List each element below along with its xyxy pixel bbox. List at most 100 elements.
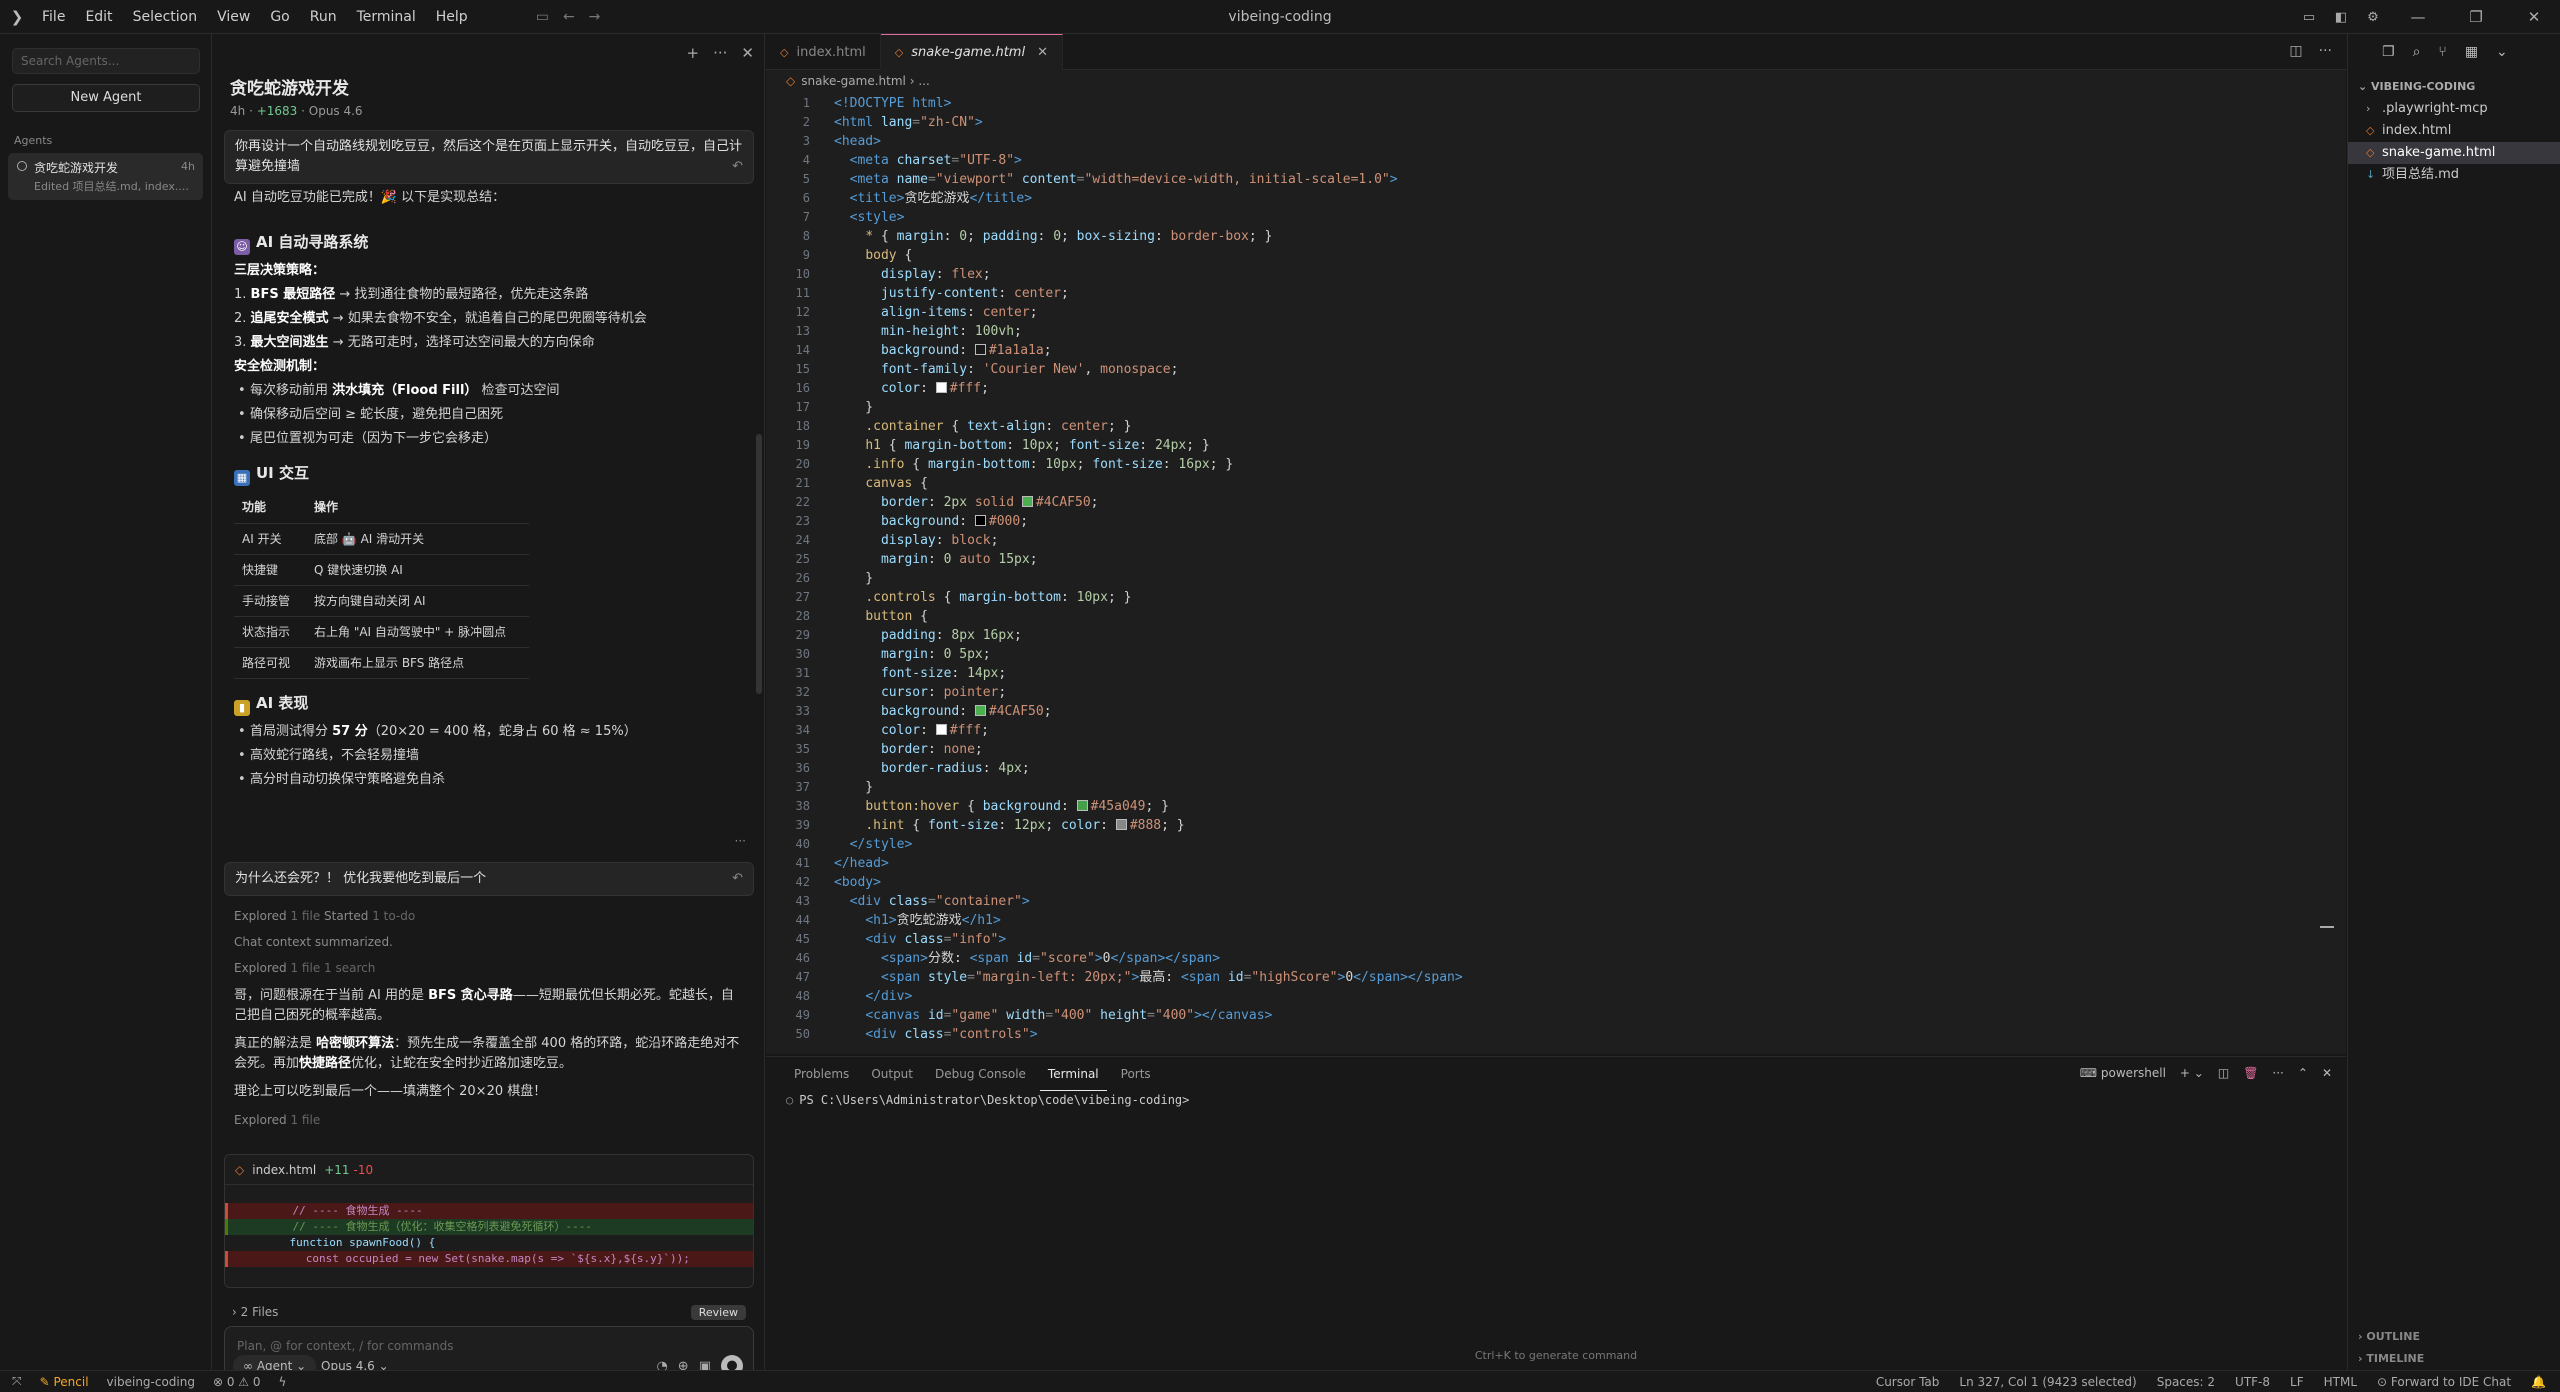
code-line[interactable]: 23 background: #000; xyxy=(766,512,2346,531)
code-line[interactable]: 12 align-items: center; xyxy=(766,303,2346,322)
agent-list-item[interactable]: 贪吃蛇游戏开发 Edited 项目总结.md, index.... 4h xyxy=(8,153,203,200)
explorer-item-index-html[interactable]: ◇ index.html xyxy=(2348,120,2560,142)
lightning-icon[interactable]: ϟ xyxy=(279,1375,287,1389)
new-terminal-icon[interactable]: + ⌄ xyxy=(2180,1066,2204,1080)
code-line[interactable]: 41 </head> xyxy=(766,854,2346,873)
explorer-item-snake-game-html[interactable]: ◇ snake-game.html xyxy=(2348,142,2560,164)
code-line[interactable]: 32 cursor: pointer; xyxy=(766,683,2346,702)
code-line[interactable]: 35 border: none; xyxy=(766,740,2346,759)
close-panel-icon[interactable]: ✕ xyxy=(2322,1066,2332,1080)
chat-composer[interactable]: Plan, @ for context, / for commands ∞ Ag… xyxy=(224,1326,754,1370)
code-line[interactable]: 28 button { xyxy=(766,607,2346,626)
source-control-icon[interactable]: ⑂ xyxy=(2438,44,2446,60)
code-line[interactable]: 14 background: #1a1a1a; xyxy=(766,341,2346,360)
image-icon[interactable]: ▣ xyxy=(699,1359,711,1371)
project-name[interactable]: vibeing-coding xyxy=(107,1375,195,1389)
tab-ports[interactable]: Ports xyxy=(1113,1057,1159,1091)
explored-status[interactable]: Explored 1 file Started 1 to-do xyxy=(234,906,744,926)
code-line[interactable]: 50 <div class="controls"> xyxy=(766,1025,2346,1044)
revert-icon[interactable]: ↶ xyxy=(732,869,743,889)
code-line[interactable]: 25 margin: 0 auto 15px; xyxy=(766,550,2346,569)
extensions-icon[interactable]: ▦ xyxy=(2465,44,2478,60)
code-line[interactable]: 38 button:hover { background: #45a049; } xyxy=(766,797,2346,816)
code-line[interactable]: 40 </style> xyxy=(766,835,2346,854)
more-actions-icon[interactable]: ··· xyxy=(2319,43,2332,59)
cursor-position[interactable]: Ln 327, Col 1 (9423 selected) xyxy=(1959,1375,2136,1389)
close-panel-icon[interactable]: ✕ xyxy=(741,44,754,62)
remote-icon[interactable]: ⤧ xyxy=(12,1374,22,1389)
user-message-1[interactable]: 你再设计一个自动路线规划吃豆豆，然后这个是在页面上显示开关，自动吃豆豆，自己计算… xyxy=(224,130,754,184)
menu-edit[interactable]: Edit xyxy=(77,9,120,25)
code-line[interactable]: 16 color: #fff; xyxy=(766,379,2346,398)
code-line[interactable]: 33 background: #4CAF50; xyxy=(766,702,2346,721)
code-line[interactable]: 39 .hint { font-size: 12px; color: #888;… xyxy=(766,816,2346,835)
code-line[interactable]: 4 <meta charset="UTF-8"> xyxy=(766,151,2346,170)
menu-terminal[interactable]: Terminal xyxy=(349,9,424,25)
menu-view[interactable]: View xyxy=(209,9,258,25)
user-message-2[interactable]: 为什么还会死？！ 优化我要他吃到最后一个 ↶ xyxy=(224,862,754,896)
layout-split-icon[interactable]: ◧ xyxy=(2328,10,2354,25)
code-line[interactable]: 45 <div class="info"> xyxy=(766,930,2346,949)
terminal-shell-selector[interactable]: ⌨ powershell xyxy=(2080,1066,2166,1080)
microphone-icon[interactable]: ● xyxy=(721,1355,743,1370)
review-button[interactable]: Review xyxy=(690,1304,746,1320)
code-line[interactable]: 9 body { xyxy=(766,246,2346,265)
code-editor[interactable]: 1 <!DOCTYPE html> 2 <html lang="zh-CN"> 3 <he… xyxy=(766,94,2346,1054)
forward-to-chat[interactable]: ⊙ Forward to IDE Chat xyxy=(2377,1375,2511,1389)
minimize-window-icon[interactable]: — xyxy=(2392,8,2444,26)
explorer-item-project-summary-md[interactable]: ↓ 项目总结.md xyxy=(2348,164,2560,186)
chat-scrollbar[interactable] xyxy=(756,434,762,694)
color-swatch[interactable] xyxy=(974,515,986,526)
breadcrumb-symbol[interactable]: ... xyxy=(918,74,929,88)
code-line[interactable]: 42 <body> xyxy=(766,873,2346,892)
globe-icon[interactable]: ⊕ xyxy=(678,1359,689,1371)
code-line[interactable]: 47 <span style="margin-left: 20px;">最高: … xyxy=(766,968,2346,987)
color-swatch[interactable] xyxy=(1076,800,1088,811)
code-line[interactable]: 3 <head> xyxy=(766,132,2346,151)
split-editor-icon[interactable]: ◫ xyxy=(2289,43,2302,59)
code-line[interactable]: 11 justify-content: center; xyxy=(766,284,2346,303)
code-line[interactable]: 10 display: flex; xyxy=(766,265,2346,284)
color-swatch[interactable] xyxy=(1021,496,1033,507)
tab-problems[interactable]: Problems xyxy=(786,1057,857,1091)
code-line[interactable]: 43 <div class="container"> xyxy=(766,892,2346,911)
code-line[interactable]: 1 <!DOCTYPE html> xyxy=(766,94,2346,113)
explored-status[interactable]: Explored 1 file 1 search xyxy=(234,958,744,978)
layout-panel-icon[interactable]: ▭ xyxy=(2296,10,2322,25)
menu-run[interactable]: Run xyxy=(302,9,345,25)
new-agent-button[interactable]: New Agent xyxy=(12,84,200,112)
code-line[interactable]: 27 .controls { margin-bottom: 10px; } xyxy=(766,588,2346,607)
forward-arrow-icon[interactable]: → xyxy=(589,9,601,25)
code-line[interactable]: 15 font-family: 'Courier New', monospace… xyxy=(766,360,2346,379)
more-options-icon[interactable]: ··· xyxy=(713,44,727,62)
problems-count[interactable]: ⊗ 0 ⚠ 0 xyxy=(213,1375,261,1389)
model-dropdown[interactable]: Opus 4.6 ⌄ xyxy=(321,1355,389,1370)
color-swatch[interactable] xyxy=(974,705,986,716)
color-swatch[interactable] xyxy=(974,344,986,355)
timeline-section[interactable]: › TIMELINE xyxy=(2358,1352,2424,1365)
code-line[interactable]: 21 canvas { xyxy=(766,474,2346,493)
tab-terminal[interactable]: Terminal xyxy=(1039,1057,1107,1091)
code-line[interactable]: 24 display: block; xyxy=(766,531,2346,550)
changed-files-toggle[interactable]: › 2 Files xyxy=(232,1305,278,1319)
close-tab-icon[interactable]: ✕ xyxy=(1037,45,1048,60)
composer-input[interactable]: Plan, @ for context, / for commands xyxy=(237,1339,453,1353)
tab-snake-game-html[interactable]: ◇ snake-game.html ✕ xyxy=(880,34,1063,70)
settings-gear-icon[interactable]: ⚙ xyxy=(2360,10,2386,25)
restore-window-icon[interactable]: ❐ xyxy=(2450,8,2502,26)
explored-status[interactable]: Explored 1 file xyxy=(234,1110,744,1130)
color-swatch[interactable] xyxy=(935,382,947,393)
agent-mode-dropdown[interactable]: ∞ Agent ⌄ xyxy=(233,1355,317,1370)
breadcrumb-file[interactable]: snake-game.html xyxy=(801,74,906,88)
code-line[interactable]: 44 <h1>贪吃蛇游戏</h1> xyxy=(766,911,2346,930)
more-actions-icon[interactable]: ··· xyxy=(2272,1066,2283,1080)
menu-help[interactable]: Help xyxy=(428,9,476,25)
toggle-sidebar-icon[interactable]: ▭ xyxy=(536,9,549,25)
code-line[interactable]: 17 } xyxy=(766,398,2346,417)
code-line[interactable]: 19 h1 { margin-bottom: 10px; font-size: … xyxy=(766,436,2346,455)
code-line[interactable]: 37 } xyxy=(766,778,2346,797)
code-line[interactable]: 2 <html lang="zh-CN"> xyxy=(766,113,2346,132)
code-line[interactable]: 36 border-radius: 4px; xyxy=(766,759,2346,778)
tab-index-html[interactable]: ◇ index.html xyxy=(766,34,881,70)
mode-indicator[interactable]: ✎ Pencil xyxy=(40,1375,89,1389)
